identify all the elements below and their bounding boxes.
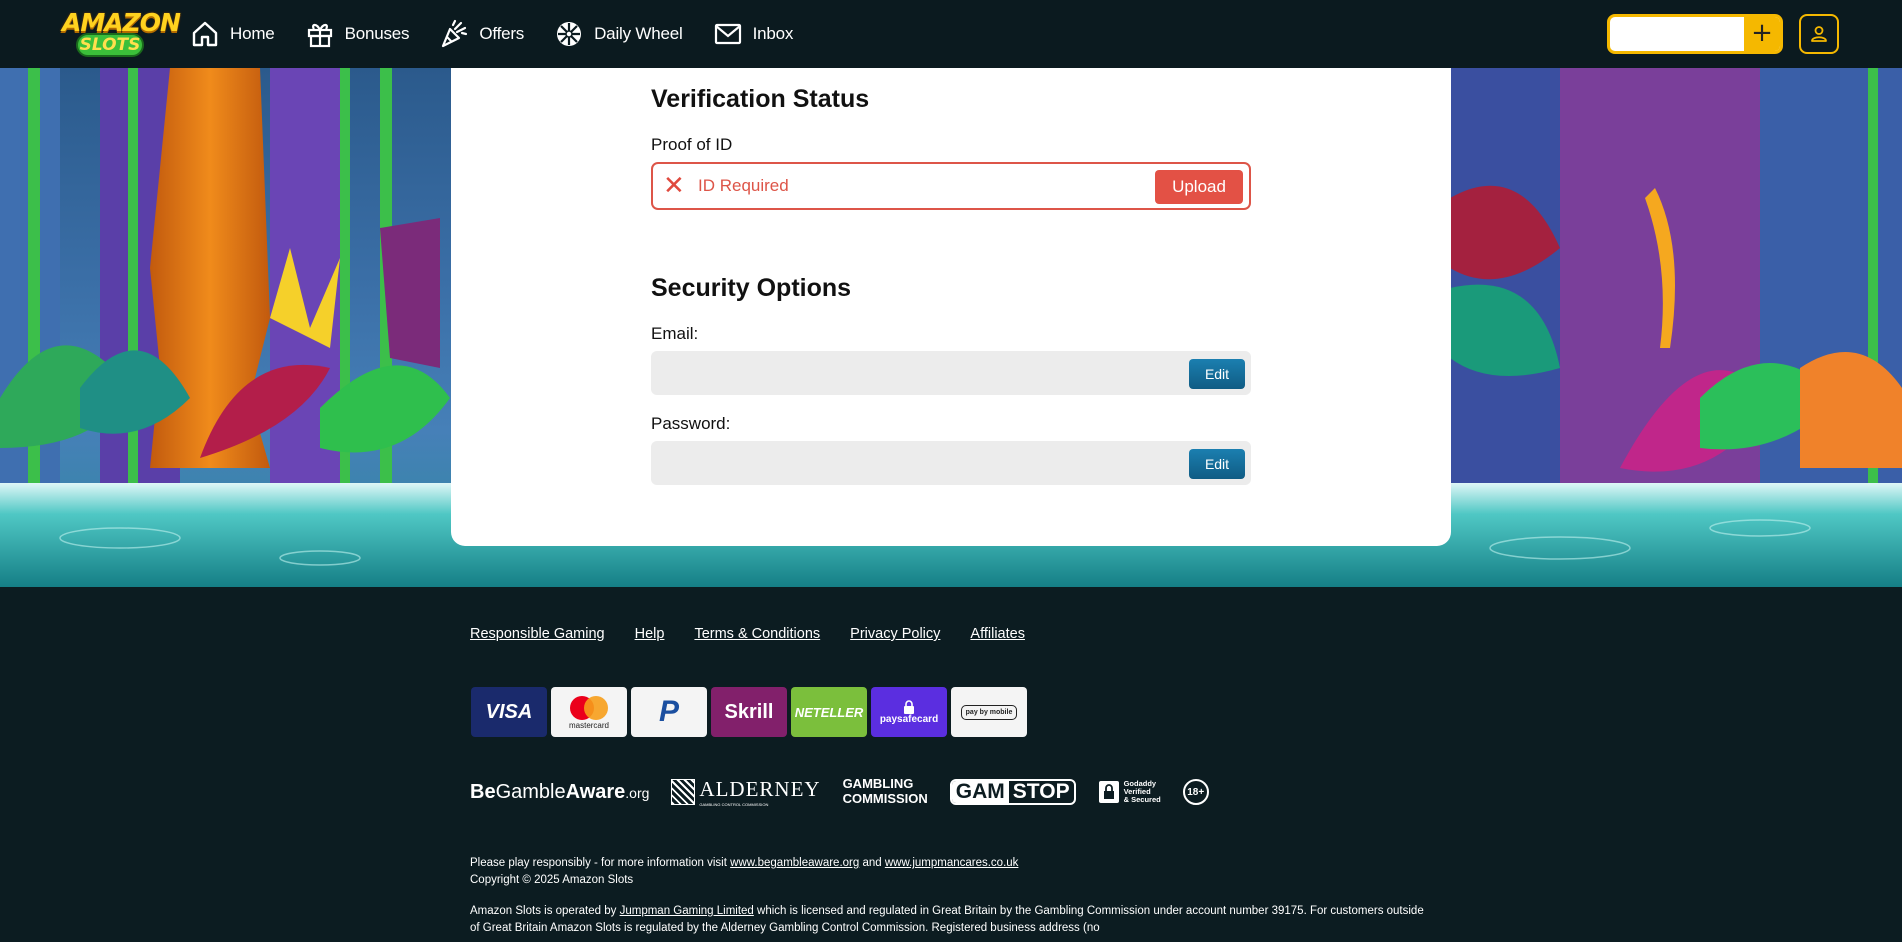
neteller-logo: NETELLER <box>791 687 867 737</box>
nav-bonuses[interactable]: Bonuses <box>305 19 410 49</box>
padlock-icon <box>904 699 914 714</box>
nav-home[interactable]: Home <box>190 19 275 49</box>
begambleaware-link[interactable]: www.begambleaware.org <box>730 857 859 869</box>
jumpmancares-link[interactable]: www.jumpmancares.co.uk <box>885 857 1019 869</box>
balance-box[interactable]: + <box>1607 14 1783 54</box>
gamstop-logo[interactable]: GAM STOP <box>949 779 1076 805</box>
copyright-text: Copyright © 2025 Amazon Slots <box>470 874 634 886</box>
payment-methods: VISA mastercard P Skrill NETELLER paysaf… <box>471 687 1031 737</box>
jumpman-gaming-link[interactable]: Jumpman Gaming Limited <box>620 905 754 917</box>
neteller-text: NETELLER <box>794 704 864 720</box>
alderney-crest-icon <box>671 779 696 805</box>
main-nav: Home Bonuses Offers Daily Wheel Inbox <box>190 0 823 68</box>
godaddy-l3: & Secured <box>1123 795 1161 805</box>
bga-be: Be <box>470 780 496 803</box>
gambling-commission-logo[interactable]: GAMBLING COMMISSION <box>842 776 928 807</box>
account-button[interactable] <box>1799 14 1839 54</box>
footer-link-responsible-gaming[interactable]: Responsible Gaming <box>470 626 605 642</box>
bga-gamble: Gamble <box>495 780 566 803</box>
footer-link-help[interactable]: Help <box>635 626 665 642</box>
nav-inbox-label: Inbox <box>752 24 794 43</box>
party-popper-icon <box>442 19 468 48</box>
mastercard-circles-icon <box>570 695 608 720</box>
age-18-plus-badge: 18+ <box>1182 779 1209 805</box>
skrill-logo: Skrill <box>711 687 787 737</box>
email-label: Email: <box>651 324 699 343</box>
error-cross-icon: ✕ <box>663 171 685 201</box>
wheel-icon <box>557 22 582 46</box>
gift-icon <box>307 23 332 48</box>
logo-text-bottom: SLOTS <box>76 33 144 57</box>
mastercard-text: mastercard <box>568 720 609 730</box>
age-text: 18+ <box>1187 786 1205 798</box>
regulator-logos: BeGambleAware.org ALDERNEY GAMBLING CONT… <box>470 776 1231 808</box>
upload-button[interactable]: Upload <box>1155 170 1243 204</box>
verification-status-title: Verification Status <box>651 85 870 113</box>
skrill-text: Skrill <box>724 700 774 723</box>
pay-by-mobile-text: pay by mobile <box>960 704 1018 720</box>
password-field: Edit <box>651 441 1251 485</box>
bga-aware: Aware <box>565 780 626 803</box>
edit-password-button[interactable]: Edit <box>1189 449 1245 479</box>
footer-link-privacy[interactable]: Privacy Policy <box>850 626 940 642</box>
footer-links: Responsible Gaming Help Terms & Conditio… <box>470 626 1055 642</box>
nav-home-label: Home <box>230 24 275 43</box>
visa-text: VISA <box>485 700 533 723</box>
amazon-slots-logo[interactable]: AMAZON SLOTS <box>62 8 181 58</box>
paysafecard-logo: paysafecard <box>871 687 947 737</box>
security-options-title: Security Options <box>651 274 852 302</box>
footer-disclaimer: Please play responsibly - for more infor… <box>470 855 1430 937</box>
home-icon <box>192 21 218 47</box>
godaddy-verified-logo[interactable]: Godaddy Verified & Secured <box>1098 779 1161 805</box>
gc-line2: COMMISSION <box>842 791 928 806</box>
footer-link-terms[interactable]: Terms & Conditions <box>694 626 820 642</box>
account-verification-card: Verification Status Proof of ID ✕ ID Req… <box>451 68 1451 546</box>
operator-text-a: Amazon Slots is operated by <box>470 905 620 917</box>
edit-email-button[interactable]: Edit <box>1189 359 1245 389</box>
visa-logo: VISA <box>471 687 547 737</box>
id-required-text: ID Required <box>698 176 789 195</box>
gc-line1: GAMBLING <box>842 776 914 792</box>
disclaimer-text-1a: Please play responsibly - for more infor… <box>470 857 731 869</box>
deposit-plus-button[interactable]: + <box>1744 17 1780 51</box>
paypal-text: P <box>658 695 679 728</box>
nav-offers-label: Offers <box>479 24 525 43</box>
proof-of-id-status-box: ✕ ID Required Upload <box>651 162 1251 210</box>
proof-of-id-label: Proof of ID <box>651 135 733 154</box>
alderney-text: ALDERNEY <box>699 777 821 801</box>
nav-offers[interactable]: Offers <box>439 19 524 49</box>
top-nav-bar: AMAZON SLOTS Home Bonuses Offers Daily W… <box>0 0 1902 68</box>
alderney-subtext: GAMBLING CONTROL COMMISSION <box>699 802 769 807</box>
mail-icon <box>714 23 741 45</box>
alderney-logo[interactable]: ALDERNEY GAMBLING CONTROL COMMISSION <box>671 777 820 807</box>
responsible-play-line: Please play responsibly - for more infor… <box>470 855 1430 872</box>
user-icon <box>1811 26 1827 42</box>
begambleaware-logo[interactable]: BeGambleAware.org <box>470 781 649 804</box>
paypal-logo: P <box>631 687 707 737</box>
nav-daily-wheel[interactable]: Daily Wheel <box>554 19 683 49</box>
nav-bonuses-label: Bonuses <box>344 24 410 43</box>
disclaimer-text-1b: and <box>859 857 885 869</box>
footer-link-affiliates[interactable]: Affiliates <box>970 626 1025 642</box>
operator-text: Amazon Slots is operated by Jumpman Gami… <box>470 903 1430 937</box>
paysafecard-text: paysafecard <box>879 713 939 725</box>
lock-badge-icon <box>1098 781 1119 803</box>
mastercard-logo: mastercard <box>551 687 627 737</box>
gamstop-gam: GAM <box>951 781 1009 803</box>
nav-inbox[interactable]: Inbox <box>713 19 794 49</box>
bga-org: .org <box>625 784 650 801</box>
password-label: Password: <box>651 414 731 433</box>
pay-by-mobile-logo: pay by mobile <box>951 687 1027 737</box>
nav-daily-wheel-label: Daily Wheel <box>594 24 683 43</box>
email-field: Edit <box>651 351 1251 395</box>
gamstop-stop: STOP <box>1012 780 1070 803</box>
